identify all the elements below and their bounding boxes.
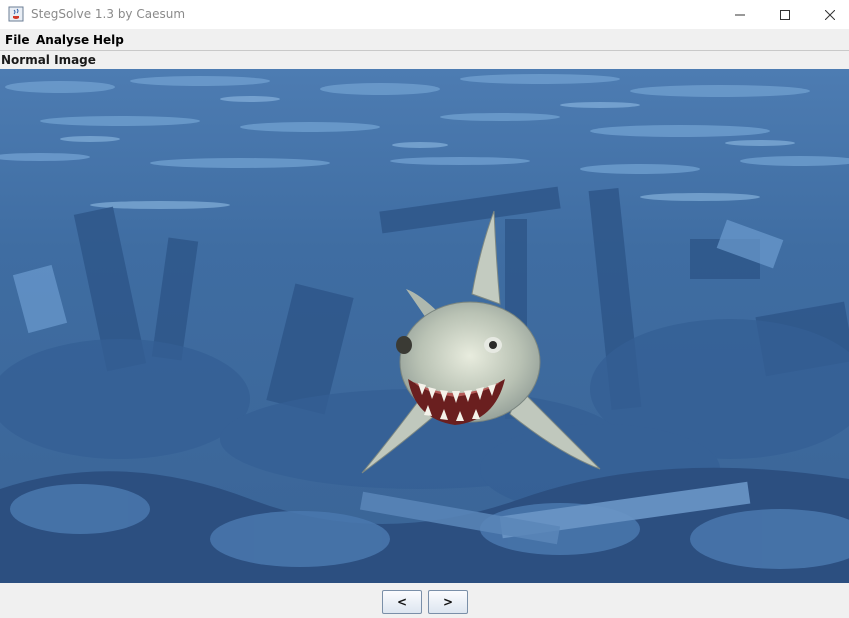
previous-button[interactable]: < [382,590,422,614]
menu-bar: File Analyse Help [0,29,849,50]
minimize-button[interactable] [717,0,763,29]
window-title: StegSolve 1.3 by Caesum [31,7,186,21]
shark-underwater-image [0,69,849,583]
navigation-bar: < > [0,583,849,618]
close-icon [825,9,835,20]
maximize-icon [780,9,790,20]
maximize-button[interactable] [762,0,808,29]
close-button[interactable] [807,0,849,29]
menu-separator [0,50,849,51]
menu-analyse[interactable]: Analyse [36,33,89,47]
title-bar: StegSolve 1.3 by Caesum [0,0,849,29]
menu-file[interactable]: File [5,33,30,47]
next-button[interactable]: > [428,590,468,614]
image-panel [0,69,849,583]
java-cup-icon [8,6,24,22]
menu-help[interactable]: Help [93,33,124,47]
minimize-icon [735,14,745,15]
image-mode-label: Normal Image [1,53,96,67]
